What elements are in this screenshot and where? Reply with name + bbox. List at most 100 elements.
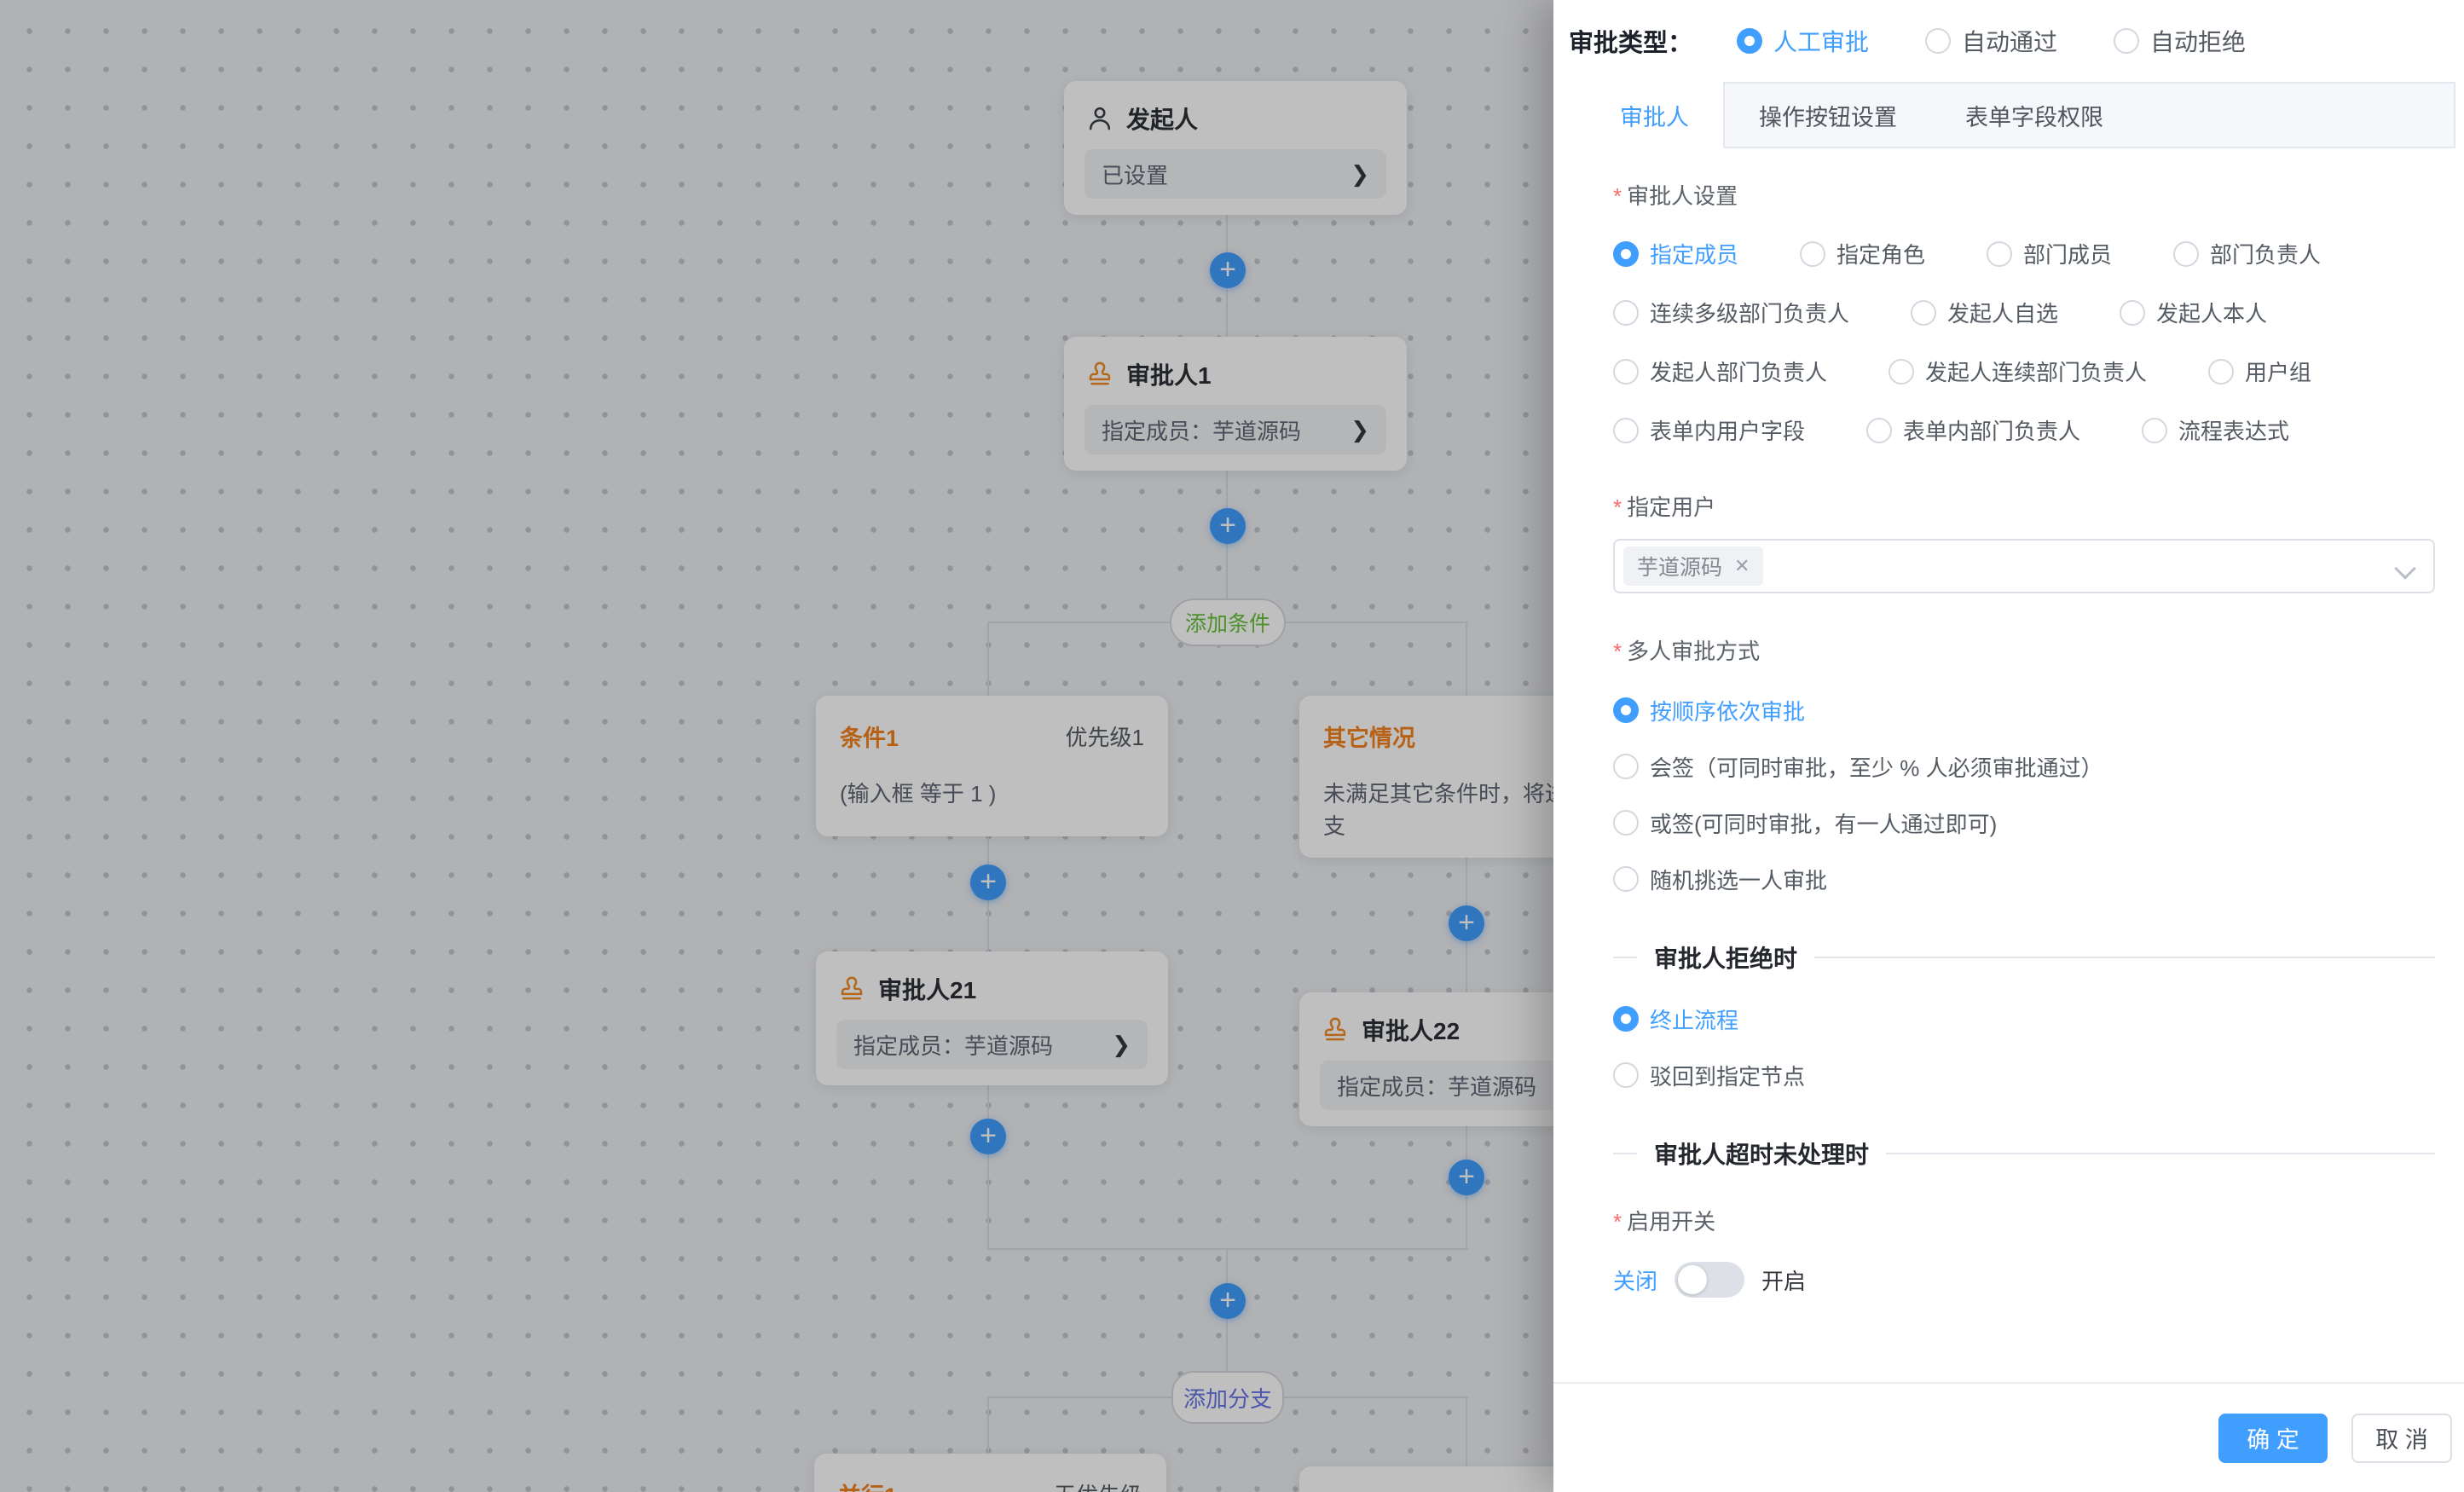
radio-circle-icon [2208,359,2234,385]
radio-连续多级部门负责人[interactable]: 连续多级部门负责人 [1613,297,1849,328]
tab-操作按钮设置[interactable]: 操作按钮设置 [1725,84,1931,147]
chevron-down-icon [2394,558,2415,579]
radio-label: 或签(可同时审批，有一人通过即可) [1650,807,1997,839]
tab-label: 表单字段权限 [1965,99,2103,132]
multi-approve-radio-group: 按顺序依次审批会签（可同时审批，至少 % 人必须审批通过） 或签(可同时审批，有一… [1613,695,2435,894]
radio-circle-icon [1613,1062,1639,1088]
radio-label: 用户组 [2245,356,2311,387]
close-icon[interactable] [1734,555,1750,577]
radio-circle-icon [1866,418,1892,443]
radio-label: 指定成员 [1650,238,1738,269]
radio-circle-icon [1613,754,1639,779]
cancel-button[interactable]: 取 消 [2351,1414,2452,1463]
reject-section-divider: 审批人拒绝时 [1613,940,2435,974]
timeout-section-title: 审批人超时未处理时 [1654,1136,1869,1171]
assign-user-select[interactable]: 芋道源码 [1613,539,2435,593]
approval-settings-drawer: 审批类型： 人工审批 自动通过 自动拒绝 审批人操作按钮设置 表单字段权限 审批人设置… [1553,0,2464,1492]
modal-overlay[interactable] [0,0,1553,1492]
radio-circle-icon [1613,866,1639,892]
multi-approve-label: 多人审批方式 [1613,634,2435,666]
radio-表单内部门负责人[interactable]: 表单内部门负责人 [1866,414,2080,446]
radio-circle-icon [1925,28,1951,54]
radio-circle-icon [1613,359,1639,385]
radio-label: 按顺序依次审批 [1650,695,1805,726]
switch-on-label: 开启 [1761,1264,1806,1296]
radio-会签（可同时审批，至少 % 人必须审批通过）[interactable]: 会签（可同时审批，至少 % 人必须审批通过） [1613,751,2435,782]
radio-row: 连续多级部门负责人 发起人自选 发起人本人 [1613,297,2435,328]
assign-user-label: 指定用户 [1613,490,2435,522]
radio-或签(可同时审批，有一人通过即可)[interactable]: 或签(可同时审批，有一人通过即可) [1613,807,2435,838]
radio-终止流程[interactable]: 终止流程 [1613,1003,2435,1034]
drawer-footer: 确 定 取 消 [1553,1382,2464,1492]
radio-circle-icon [1613,418,1639,443]
radio-circle-icon [1613,810,1639,836]
radio-label: 会签（可同时审批，至少 % 人必须审批通过） [1650,751,2103,783]
radio-circle-icon [1888,359,1914,385]
radio-随机挑选一人审批[interactable]: 随机挑选一人审批 [1613,864,2435,894]
radio-人工审批[interactable]: 人工审批 [1737,24,1869,58]
approve-type-label: 审批类型： [1569,23,1692,59]
enable-switch-row: 关闭 开启 [1613,1262,2435,1298]
radio-label: 发起人自选 [1947,297,2058,328]
radio-流程表达式[interactable]: 流程表达式 [2142,414,2289,446]
drawer-header: 审批类型： 人工审批 自动通过 自动拒绝 [1553,0,2464,82]
workflow-designer: 发起人 已设置 审批人1 指定成员：芋道源码 添加条件 [0,0,2464,1492]
radio-指定角色[interactable]: 指定角色 [1800,238,1925,269]
radio-label: 发起人部门负责人 [1650,356,1827,387]
radio-circle-icon [2114,28,2139,54]
settings-panel-body[interactable]: 审批人设置 指定成员指定角色部门成员部门负责人连续多级部门负责人发起人自选发起人… [1553,148,2464,1328]
radio-部门负责人[interactable]: 部门负责人 [2173,238,2321,269]
required-asterisk [1613,494,1622,520]
radio-发起人本人[interactable]: 发起人本人 [2120,297,2267,328]
radio-circle-icon [1613,697,1639,723]
radio-circle-icon [1737,28,1762,54]
approve-type-radio-group: 人工审批 自动通过 自动拒绝 [1737,24,2246,58]
approver-setting-label: 审批人设置 [1613,179,2435,211]
radio-circle-icon [1911,300,1936,326]
radio-发起人连续部门负责人[interactable]: 发起人连续部门负责人 [1888,356,2147,387]
radio-用户组[interactable]: 用户组 [2208,356,2311,387]
radio-label: 流程表达式 [2178,414,2289,446]
timeout-section-divider: 审批人超时未处理时 [1613,1136,2435,1171]
radio-发起人自选[interactable]: 发起人自选 [1911,297,2058,328]
radio-表单内用户字段[interactable]: 表单内用户字段 [1613,414,1805,446]
radio-row: 表单内用户字段 表单内部门负责人 流程表达式 [1613,414,2435,446]
radio-label: 驳回到指定节点 [1650,1060,1805,1091]
radio-label: 随机挑选一人审批 [1650,864,1827,895]
radio-自动通过[interactable]: 自动通过 [1925,24,2057,58]
enable-switch-label: 启用开关 [1613,1205,2435,1236]
timeout-switch[interactable] [1674,1262,1744,1298]
tab-审批人[interactable]: 审批人 [1586,82,1725,148]
radio-circle-icon [1987,241,2012,267]
reject-section-title: 审批人拒绝时 [1654,940,1797,974]
approver-setting-radio-rows: 指定成员 指定角色 部门成员 部门负责人连续多级部门负责人 发起人自选 发起人本人发起人部… [1613,238,2435,446]
radio-自动拒绝[interactable]: 自动拒绝 [2114,24,2246,58]
radio-label: 终止流程 [1650,1003,1738,1035]
radio-按顺序依次审批[interactable]: 按顺序依次审批 [1613,695,2435,726]
required-asterisk [1613,183,1622,209]
tab-表单字段权限[interactable]: 表单字段权限 [1931,84,2137,147]
radio-label: 指定角色 [1836,238,1925,269]
user-tag: 芋道源码 [1623,546,1763,586]
radio-label: 自动拒绝 [2150,24,2246,58]
radio-label: 自动通过 [1962,24,2057,58]
radio-指定成员[interactable]: 指定成员 [1613,238,1738,269]
radio-circle-icon [2142,418,2167,443]
radio-circle-icon [2173,241,2199,267]
flow-canvas[interactable]: 发起人 已设置 审批人1 指定成员：芋道源码 添加条件 [0,0,1553,1492]
confirm-button[interactable]: 确 定 [2218,1414,2328,1463]
reject-radio-group: 终止流程驳回到指定节点 [1613,1003,2435,1090]
radio-label: 人工审批 [1773,24,1869,58]
radio-发起人部门负责人[interactable]: 发起人部门负责人 [1613,356,1827,387]
radio-驳回到指定节点[interactable]: 驳回到指定节点 [1613,1060,2435,1090]
radio-circle-icon [1613,241,1639,267]
radio-row: 指定成员 指定角色 部门成员 部门负责人 [1613,238,2435,269]
required-asterisk [1613,639,1622,664]
radio-部门成员[interactable]: 部门成员 [1987,238,2112,269]
radio-label: 部门成员 [2023,238,2112,269]
user-tag-label: 芋道源码 [1637,551,1722,581]
radio-circle-icon [1613,1006,1639,1032]
radio-row: 发起人部门负责人 发起人连续部门负责人 用户组 [1613,356,2435,387]
radio-label: 表单内用户字段 [1650,414,1805,446]
required-asterisk [1613,1209,1622,1235]
